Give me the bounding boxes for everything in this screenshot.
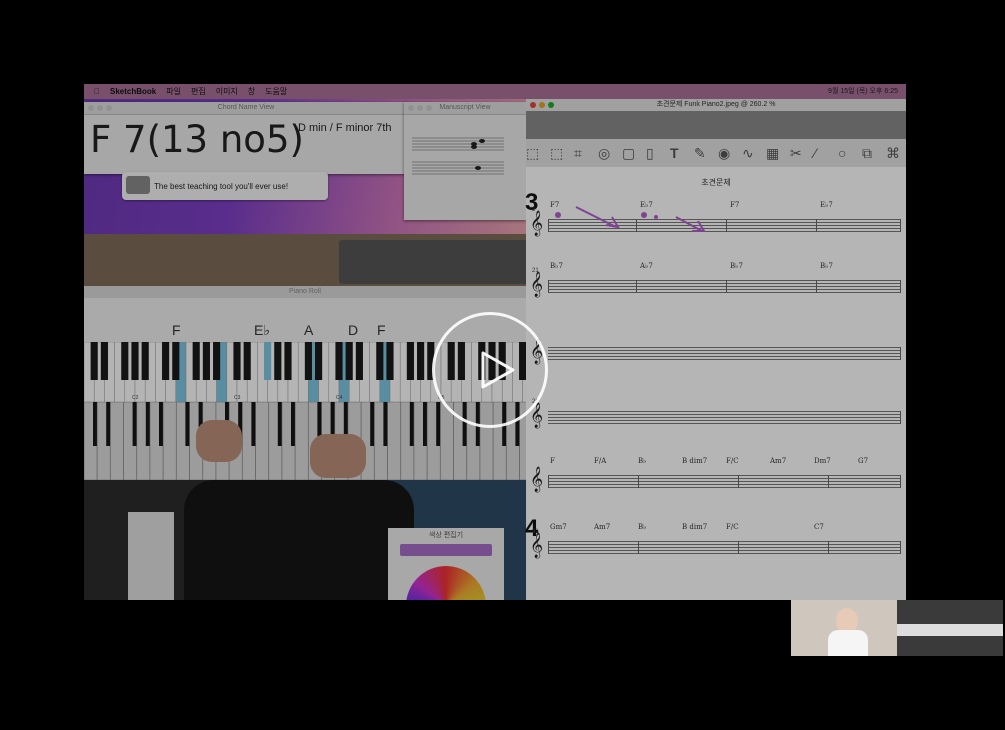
play-button[interactable]	[432, 312, 548, 428]
webcam-piano-keys	[897, 624, 1003, 636]
play-icon	[481, 351, 515, 389]
webcam-person-body	[828, 630, 868, 656]
